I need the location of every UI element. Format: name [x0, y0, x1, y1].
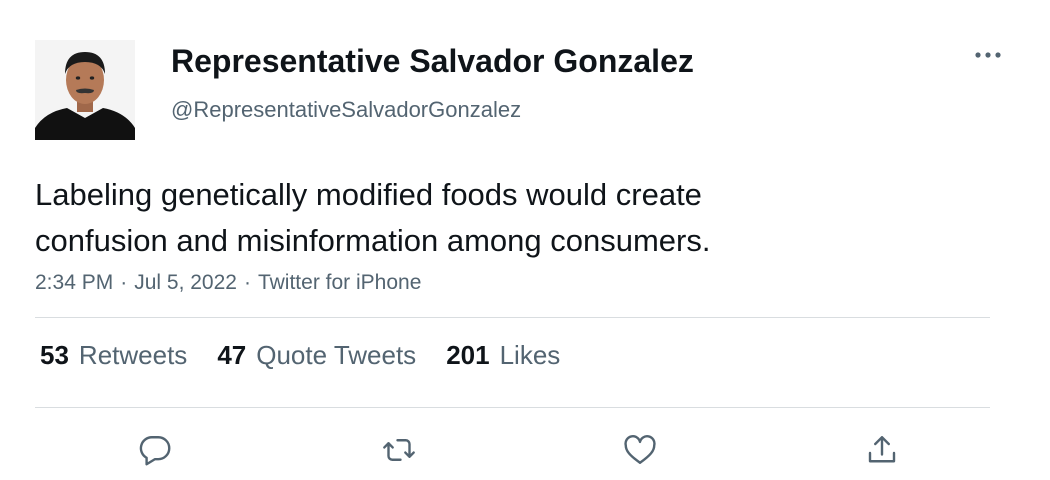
- retweet-icon: [383, 439, 415, 461]
- quote-tweets-label: Quote Tweets: [256, 340, 417, 370]
- reply-icon: [139, 436, 171, 466]
- quote-tweets-stat[interactable]: 47 Quote Tweets: [217, 340, 416, 371]
- tweet-text-line: Labeling genetically modified foods woul…: [35, 177, 702, 212]
- retweets-label: Retweets: [78, 340, 188, 370]
- tweet-time[interactable]: 2:34 PM: [35, 271, 113, 294]
- retweets-count: 53: [40, 340, 69, 370]
- likes-count: 201: [446, 340, 490, 370]
- author-name[interactable]: Representative Salvador Gonzalez: [171, 43, 694, 80]
- avatar[interactable]: [35, 40, 135, 140]
- avatar-photo: [35, 40, 135, 140]
- retweet-button[interactable]: [377, 428, 421, 472]
- reply-button[interactable]: [133, 428, 177, 472]
- tweet-text: Labeling genetically modified foods woul…: [35, 172, 995, 264]
- tweet-text-line: confusion and misinformation among consu…: [35, 223, 711, 258]
- like-button[interactable]: [618, 428, 662, 472]
- share-button[interactable]: [860, 428, 904, 472]
- author-handle[interactable]: @RepresentativeSalvadorGonzalez: [171, 97, 521, 123]
- retweets-stat[interactable]: 53 Retweets: [40, 340, 187, 371]
- share-icon: [868, 436, 896, 463]
- tweet-meta: 2:34 PM · Jul 5, 2022 · Twitter for iPhone: [35, 271, 421, 295]
- tweet-stats: 53 Retweets 47 Quote Tweets 201 Likes: [40, 340, 590, 371]
- divider: [35, 317, 990, 318]
- more-button[interactable]: [968, 40, 1008, 70]
- tweet-date[interactable]: Jul 5, 2022: [134, 271, 237, 294]
- likes-stat[interactable]: 201 Likes: [446, 340, 560, 371]
- meta-separator: ·: [120, 271, 128, 294]
- meta-separator: ·: [243, 271, 251, 294]
- divider: [35, 407, 990, 408]
- tweet-source[interactable]: Twitter for iPhone: [258, 271, 421, 294]
- like-icon: [624, 435, 656, 464]
- quote-tweets-count: 47: [217, 340, 247, 370]
- more-dots-icon: [975, 52, 1001, 58]
- likes-label: Likes: [499, 340, 561, 370]
